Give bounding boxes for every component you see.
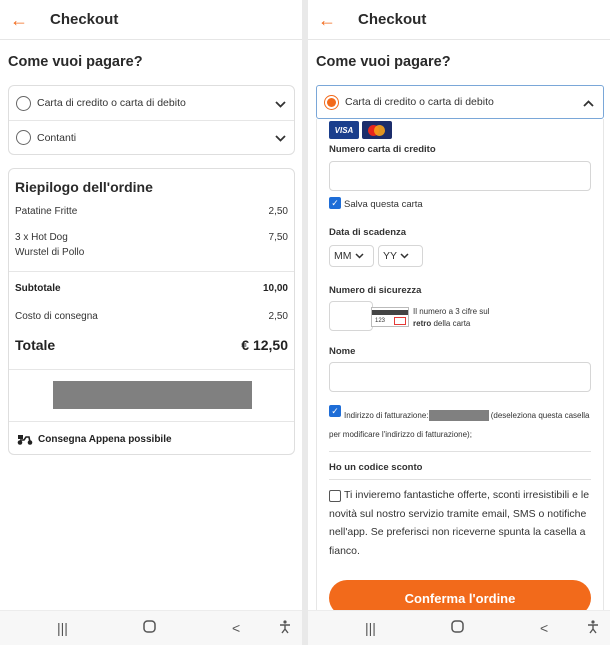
order-summary-title: Riepilogo dell'ordine [15,179,153,195]
right-screen: ← Checkout Come vuoi pagare? Carta di cr… [308,0,610,645]
order-summary: Riepilogo dell'ordine Patatine Fritte 2,… [8,168,295,455]
item-name: 3 x Hot Dog [15,232,68,243]
accessibility-icon[interactable] [587,620,599,637]
radio-button-selected[interactable] [324,94,339,110]
save-card-label: Salva questa carta [344,199,423,210]
payment-option-card[interactable]: Carta di credito o carta di debito [9,86,294,120]
expiry-label: Data di scadenza [329,227,407,238]
page-title: Checkout [50,11,119,28]
recents-button[interactable]: ||| [365,620,376,636]
promo-text-body: Ti invieremo fantastiche offerte, sconti… [329,489,590,557]
cvv-hint: Il numero a 3 cifre sul retro della cart… [413,306,513,330]
scooter-icon [17,435,33,445]
cvv-label: Numero di sicurezza [329,285,422,296]
billing-address-text: Indirizzo di fatturazione: (deseleziona … [329,406,591,444]
subtotal-row: Subtotale 10,00 [15,281,288,296]
delivery-info: Consegna Appena possibile [17,433,172,445]
back-button[interactable]: < [540,620,548,636]
chevron-down-icon[interactable] [275,130,286,145]
redacted-block [53,381,252,409]
cvv-hint-text: Il numero a 3 cifre sul [413,307,490,316]
system-navbar: ||| < [308,610,610,645]
order-item: 3 x Hot Dog 7,50 [15,230,288,245]
delivery-cost-value: 2,50 [268,311,288,322]
app-header: ← Checkout [0,0,302,40]
divider [329,479,591,480]
item-variant: Wurstel di Pollo [15,247,85,258]
accessibility-icon[interactable] [279,620,291,637]
page-title: Checkout [358,11,427,28]
cvv-hint-bold: retro [413,319,432,328]
expiry-year-select[interactable]: YY [378,245,423,267]
radio-button[interactable] [16,130,31,145]
card-logos: VISA [329,121,392,139]
name-field[interactable] [329,362,591,392]
card-number-field[interactable] [329,161,591,191]
item-subtext: Wurstel di Pollo [15,245,288,260]
cvv-hint-text-end: della carta [433,319,471,328]
payment-section-title: Come vuoi pagare? [8,54,143,70]
left-screen: ← Checkout Come vuoi pagare? Carta di cr… [0,0,302,645]
cvv-image-number: 123 [375,318,386,324]
home-button[interactable] [451,620,464,636]
delivery-text: Consegna Appena possibile [38,433,172,445]
discount-code-link[interactable]: Ho un codice sconto [329,462,422,473]
total-label: Totale [15,337,56,353]
app-header: ← Checkout [308,0,610,40]
radio-button[interactable] [16,95,31,111]
divider [9,421,294,422]
item-price: 2,50 [268,206,288,217]
name-label: Nome [329,346,356,357]
arrow-left-icon[interactable]: ← [10,11,28,29]
cvv-field[interactable] [329,301,373,331]
payment-option-cash[interactable]: Contanti [9,120,294,154]
expiry-month-select[interactable]: MM [329,245,374,267]
order-item: Patatine Fritte 2,50 [15,204,288,219]
chevron-down-icon [400,251,409,262]
payment-option-label: Carta di credito o carta di debito [345,96,494,108]
payment-options: Carta di credito o carta di debito Conta… [8,85,295,155]
month-value: MM [334,250,352,262]
subtotal-value: 10,00 [262,283,288,294]
total-value: € 12,50 [241,337,288,353]
promo-text: Ti invieremo fantastiche offerte, sconti… [329,486,591,560]
mastercard-logo [362,121,392,139]
billing-prefix: Indirizzo di fatturazione: [344,411,429,420]
chevron-down-icon [354,251,364,262]
redacted-address [428,410,489,422]
payment-section-title: Come vuoi pagare? [316,54,451,70]
back-button[interactable]: < [232,620,240,636]
payment-option-card-expanded[interactable]: Carta di credito o carta di debito [316,85,604,119]
card-number-label: Numero carta di credito [329,144,436,155]
divider [9,369,294,370]
card-form: VISA Numero carta di credito ✓ Salva que… [316,119,604,619]
card-back-icon: 123 [371,307,409,327]
delivery-cost-row: Costo di consegna 2,50 [15,309,288,324]
year-value: YY [383,250,398,262]
payment-option-label: Contanti [37,131,77,144]
delivery-cost-label: Costo di consegna [15,311,98,322]
recents-button[interactable]: ||| [57,620,68,636]
visa-logo: VISA [329,121,359,139]
save-card-checkbox[interactable]: ✓ [329,197,341,209]
total-row: Totale € 12,50 [15,338,288,353]
item-price: 7,50 [268,232,288,243]
arrow-left-icon[interactable]: ← [318,11,336,29]
chevron-up-icon[interactable] [583,95,594,110]
chevron-down-icon[interactable] [275,96,286,111]
payment-option-label: Carta di credito o carta di debito [37,97,186,109]
divider [9,271,294,272]
system-navbar: ||| < [0,610,302,645]
divider [329,451,591,452]
subtotal-label: Subtotale [15,283,61,294]
home-button[interactable] [143,620,156,636]
item-name: Patatine Fritte [15,206,78,217]
